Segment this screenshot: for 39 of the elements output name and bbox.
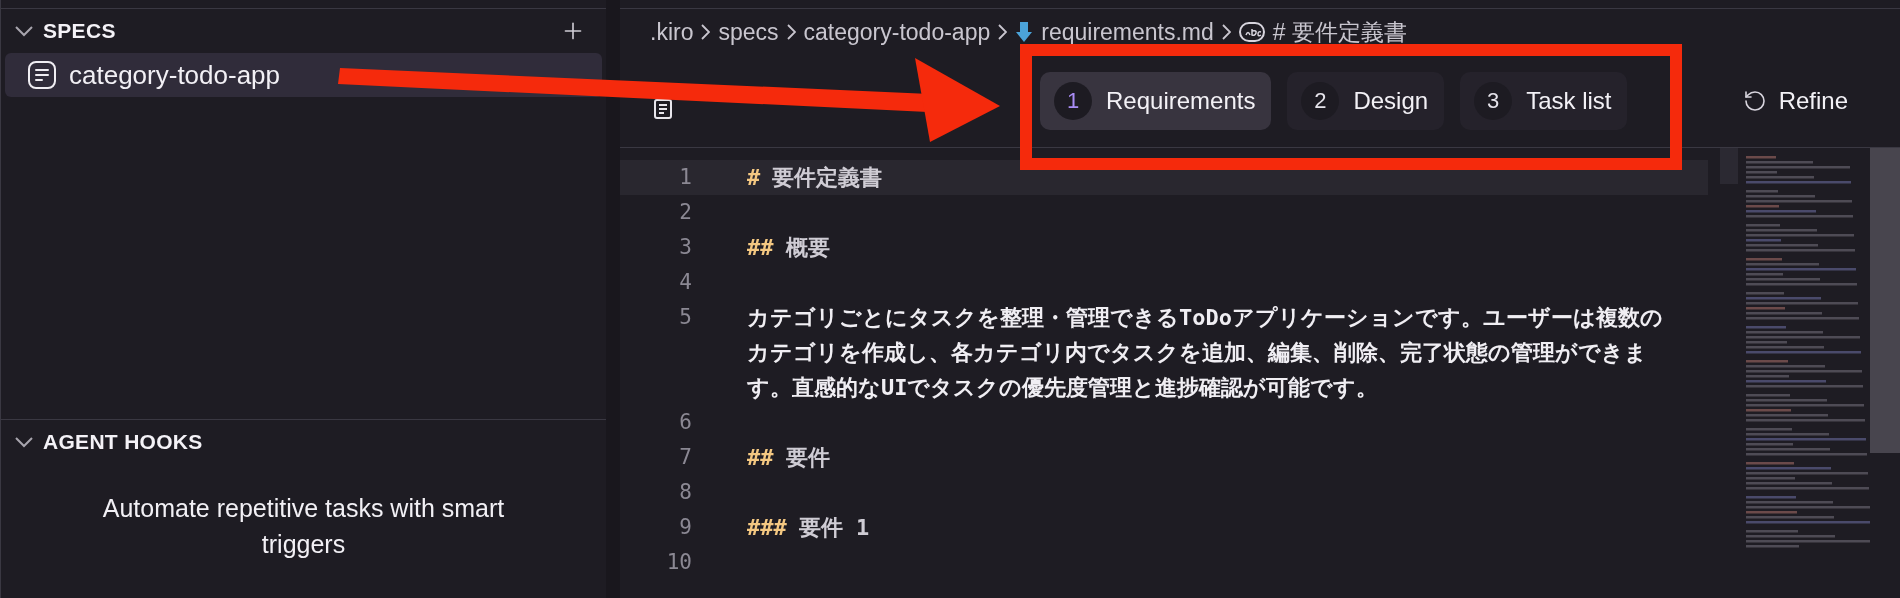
breadcrumb-item[interactable]: requirements.md [1041, 18, 1214, 46]
line-number: 6 [678, 409, 692, 436]
line-number: 10 [665, 549, 692, 576]
separator-icon [701, 24, 711, 40]
line-number: 9 [678, 514, 692, 541]
arrow-down-icon [1015, 21, 1034, 43]
breadcrumb-item[interactable]: category-todo-app [803, 18, 991, 46]
section-title: AGENT HOOKS [43, 430, 204, 454]
separator-icon [786, 24, 796, 40]
refresh-icon [1742, 89, 1767, 113]
line-number: 8 [678, 479, 692, 506]
breadcrumb-item[interactable]: .kiro [650, 18, 694, 46]
line-number: 7 [678, 444, 692, 471]
separator-icon [1221, 24, 1231, 40]
chevron-down-icon[interactable] [15, 436, 33, 448]
chevron-down-icon[interactable] [15, 25, 33, 37]
step-tab[interactable]: 1 Requirements [1040, 72, 1272, 130]
line-number: 5 [678, 304, 692, 331]
empty-message: Automate repetitive tasks with smart triggers [101, 493, 506, 560]
breadcrumb-item[interactable]: specs [718, 18, 779, 46]
symbol-icon [1238, 21, 1265, 43]
line-number: 4 [678, 269, 692, 296]
heading-line: # 要件定義書 [747, 165, 883, 190]
line-number: 3 [678, 234, 692, 261]
breadcrumb-item[interactable]: # 要件定義書 [1272, 16, 1407, 48]
document-icon [654, 99, 672, 119]
document-icon [27, 60, 57, 90]
step-tab[interactable]: 2 Design [1287, 72, 1445, 130]
step-tab[interactable]: 3 Task list [1460, 72, 1628, 130]
heading-line: ## 要件 [747, 445, 830, 470]
heading-line: ## 概要 [747, 235, 830, 260]
separator-icon [998, 24, 1008, 40]
paragraph-text: カテゴリごとにタスクを整理・管理できるToDoアプリケーションです。ユーザーは複数のカテゴリを作成し、各カテゴリ内でタスクを追加、編集、削除、完了状態の管理ができます。直感的なUIでタスクの優先度管理と進捗確認が可能です。 [747, 305, 1663, 400]
line-number: 2 [678, 199, 692, 226]
section-title: SPECS [43, 19, 117, 43]
refine-button[interactable]: Refine [1734, 83, 1856, 119]
heading-line: ### 要件 1 [747, 515, 870, 540]
scrollbar-thumb[interactable] [1870, 148, 1900, 453]
line-number: 1 [678, 164, 692, 191]
